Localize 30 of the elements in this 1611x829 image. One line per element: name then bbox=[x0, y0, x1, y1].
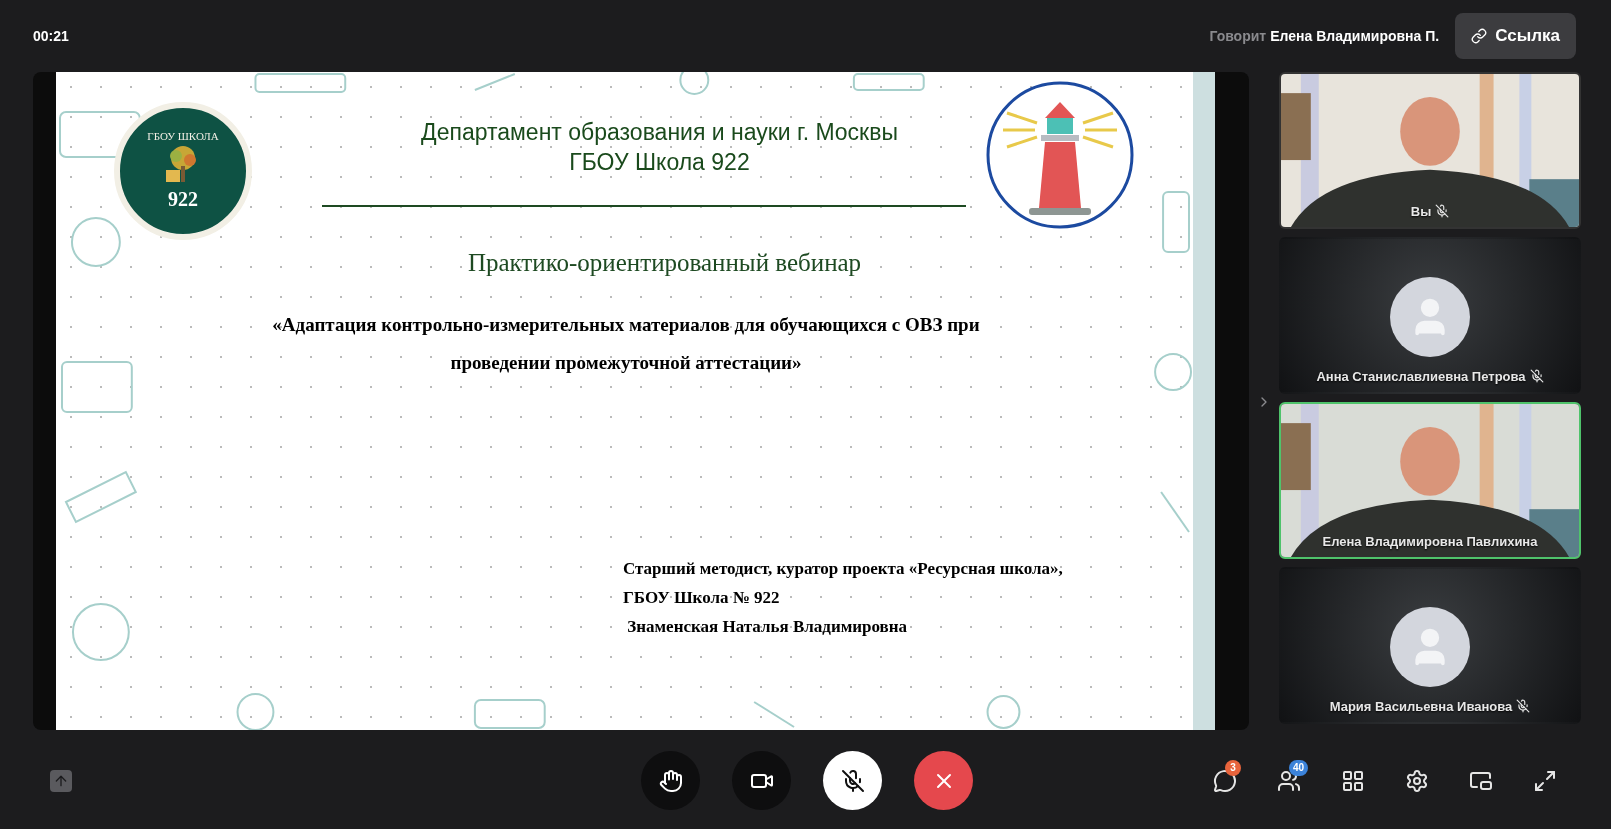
participant-name: Анна Станиславлиевна Петрова bbox=[1316, 367, 1526, 386]
slide-heading: ГБОУ Школа 922 bbox=[569, 148, 750, 177]
participant-name: Мария Васильевна Иванова bbox=[1329, 697, 1513, 716]
fullscreen-icon[interactable] bbox=[1533, 768, 1557, 793]
participant-name: Вы bbox=[1410, 202, 1432, 221]
link-icon bbox=[1471, 28, 1488, 44]
share-screen-icon[interactable] bbox=[50, 769, 72, 792]
participant-name: Елена Владимировна Павлихина bbox=[1322, 532, 1538, 551]
author-line: ГБОУ Школа № 922 bbox=[623, 587, 781, 609]
call-timer: 00:21 bbox=[33, 26, 69, 46]
participant-tile[interactable]: Елена Владимировна Павлихина bbox=[1279, 402, 1581, 559]
participant-tile[interactable]: Вы bbox=[1279, 72, 1581, 229]
mic-off-icon bbox=[840, 768, 865, 793]
settings-icon[interactable] bbox=[1405, 768, 1429, 793]
link-button[interactable]: Ссылка bbox=[1455, 13, 1576, 59]
slide-subtitle: Практико-ориентированный вебинар bbox=[467, 248, 862, 278]
count-badge: 40 bbox=[1289, 759, 1309, 776]
count-badge: 3 bbox=[1225, 759, 1241, 776]
slide-heading: Департамент образования и науки г. Москвы bbox=[421, 118, 898, 147]
logo-number: 922 bbox=[168, 187, 198, 213]
logo-title: ГБОУ ШКОЛА bbox=[147, 128, 219, 144]
slide-topic: «Адаптация контрольно-измерительных материалов для обучающихся с ОВЗ при проведении промежуточной аттестации» bbox=[271, 313, 981, 375]
participant-tile[interactable]: Анна Станиславлиевна Петрова bbox=[1279, 237, 1581, 394]
author-line: Знаменская Наталья Владимировна bbox=[626, 616, 909, 638]
speaker-name: Елена Владимировна П. bbox=[1270, 26, 1440, 46]
participant-tile[interactable]: Мария Васильевна Иванова bbox=[1279, 567, 1581, 724]
grid-icon[interactable] bbox=[1341, 768, 1365, 793]
speaker-label: Говорит bbox=[1209, 26, 1267, 46]
hand-icon bbox=[658, 768, 683, 793]
author-line: Старший методист, куратор проекта «Ресурсная школа», bbox=[623, 558, 1063, 580]
